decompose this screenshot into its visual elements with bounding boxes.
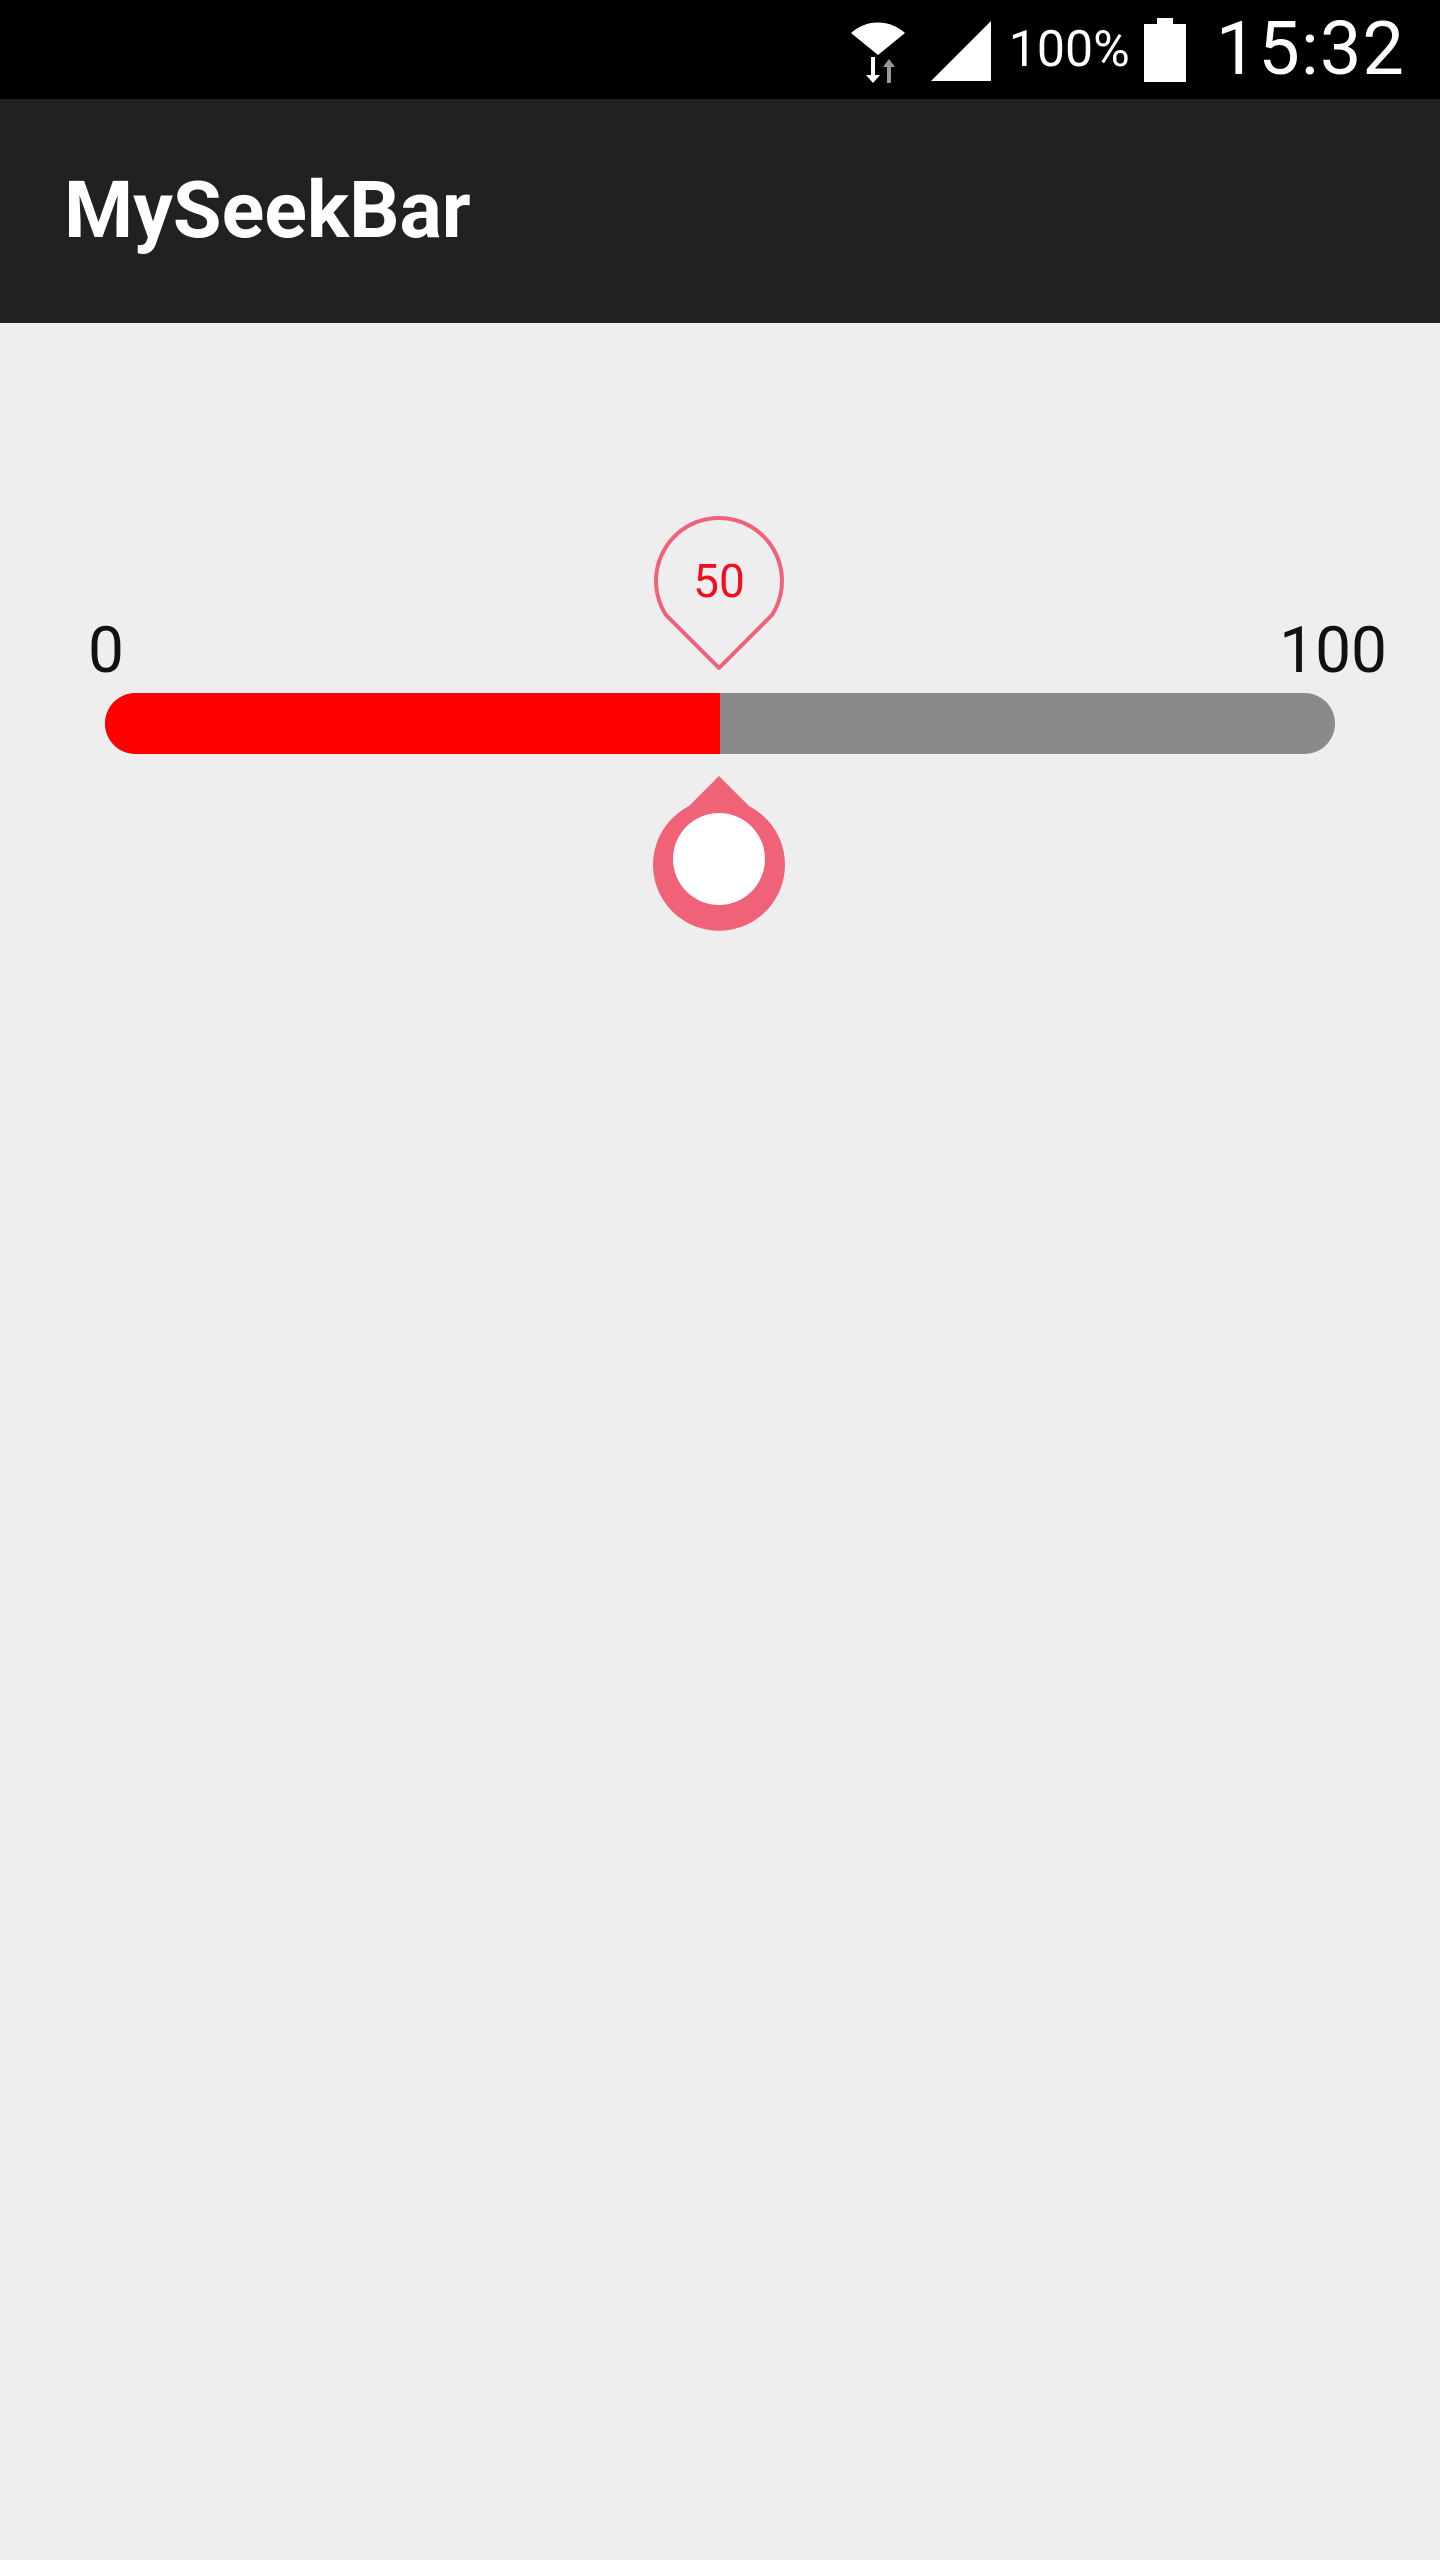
content-area: 0 100 50 (0, 323, 1440, 2560)
status-bar: 100% 15:32 (0, 0, 1440, 99)
seekbar-thumb[interactable] (647, 773, 791, 933)
clock: 15:32 (1215, 6, 1405, 93)
seekbar-progress (105, 693, 720, 754)
signal-icon (927, 17, 993, 83)
battery-icon (1143, 17, 1186, 82)
app-title: MySeekBar (64, 165, 471, 257)
seekbar-track[interactable] (105, 693, 1335, 754)
status-icons: 100% 15:32 (843, 0, 1405, 99)
value-bubble: 50 (647, 513, 791, 671)
thumb-drop-icon (653, 776, 785, 931)
value-bubble-label: 50 (693, 555, 745, 609)
seekbar-max-label: 100 (1279, 613, 1387, 688)
wifi-icon (843, 15, 913, 85)
seekbar-min-label: 0 (88, 613, 124, 688)
app-bar: MySeekBar (0, 99, 1440, 323)
battery-percent: 100% (1008, 20, 1130, 79)
